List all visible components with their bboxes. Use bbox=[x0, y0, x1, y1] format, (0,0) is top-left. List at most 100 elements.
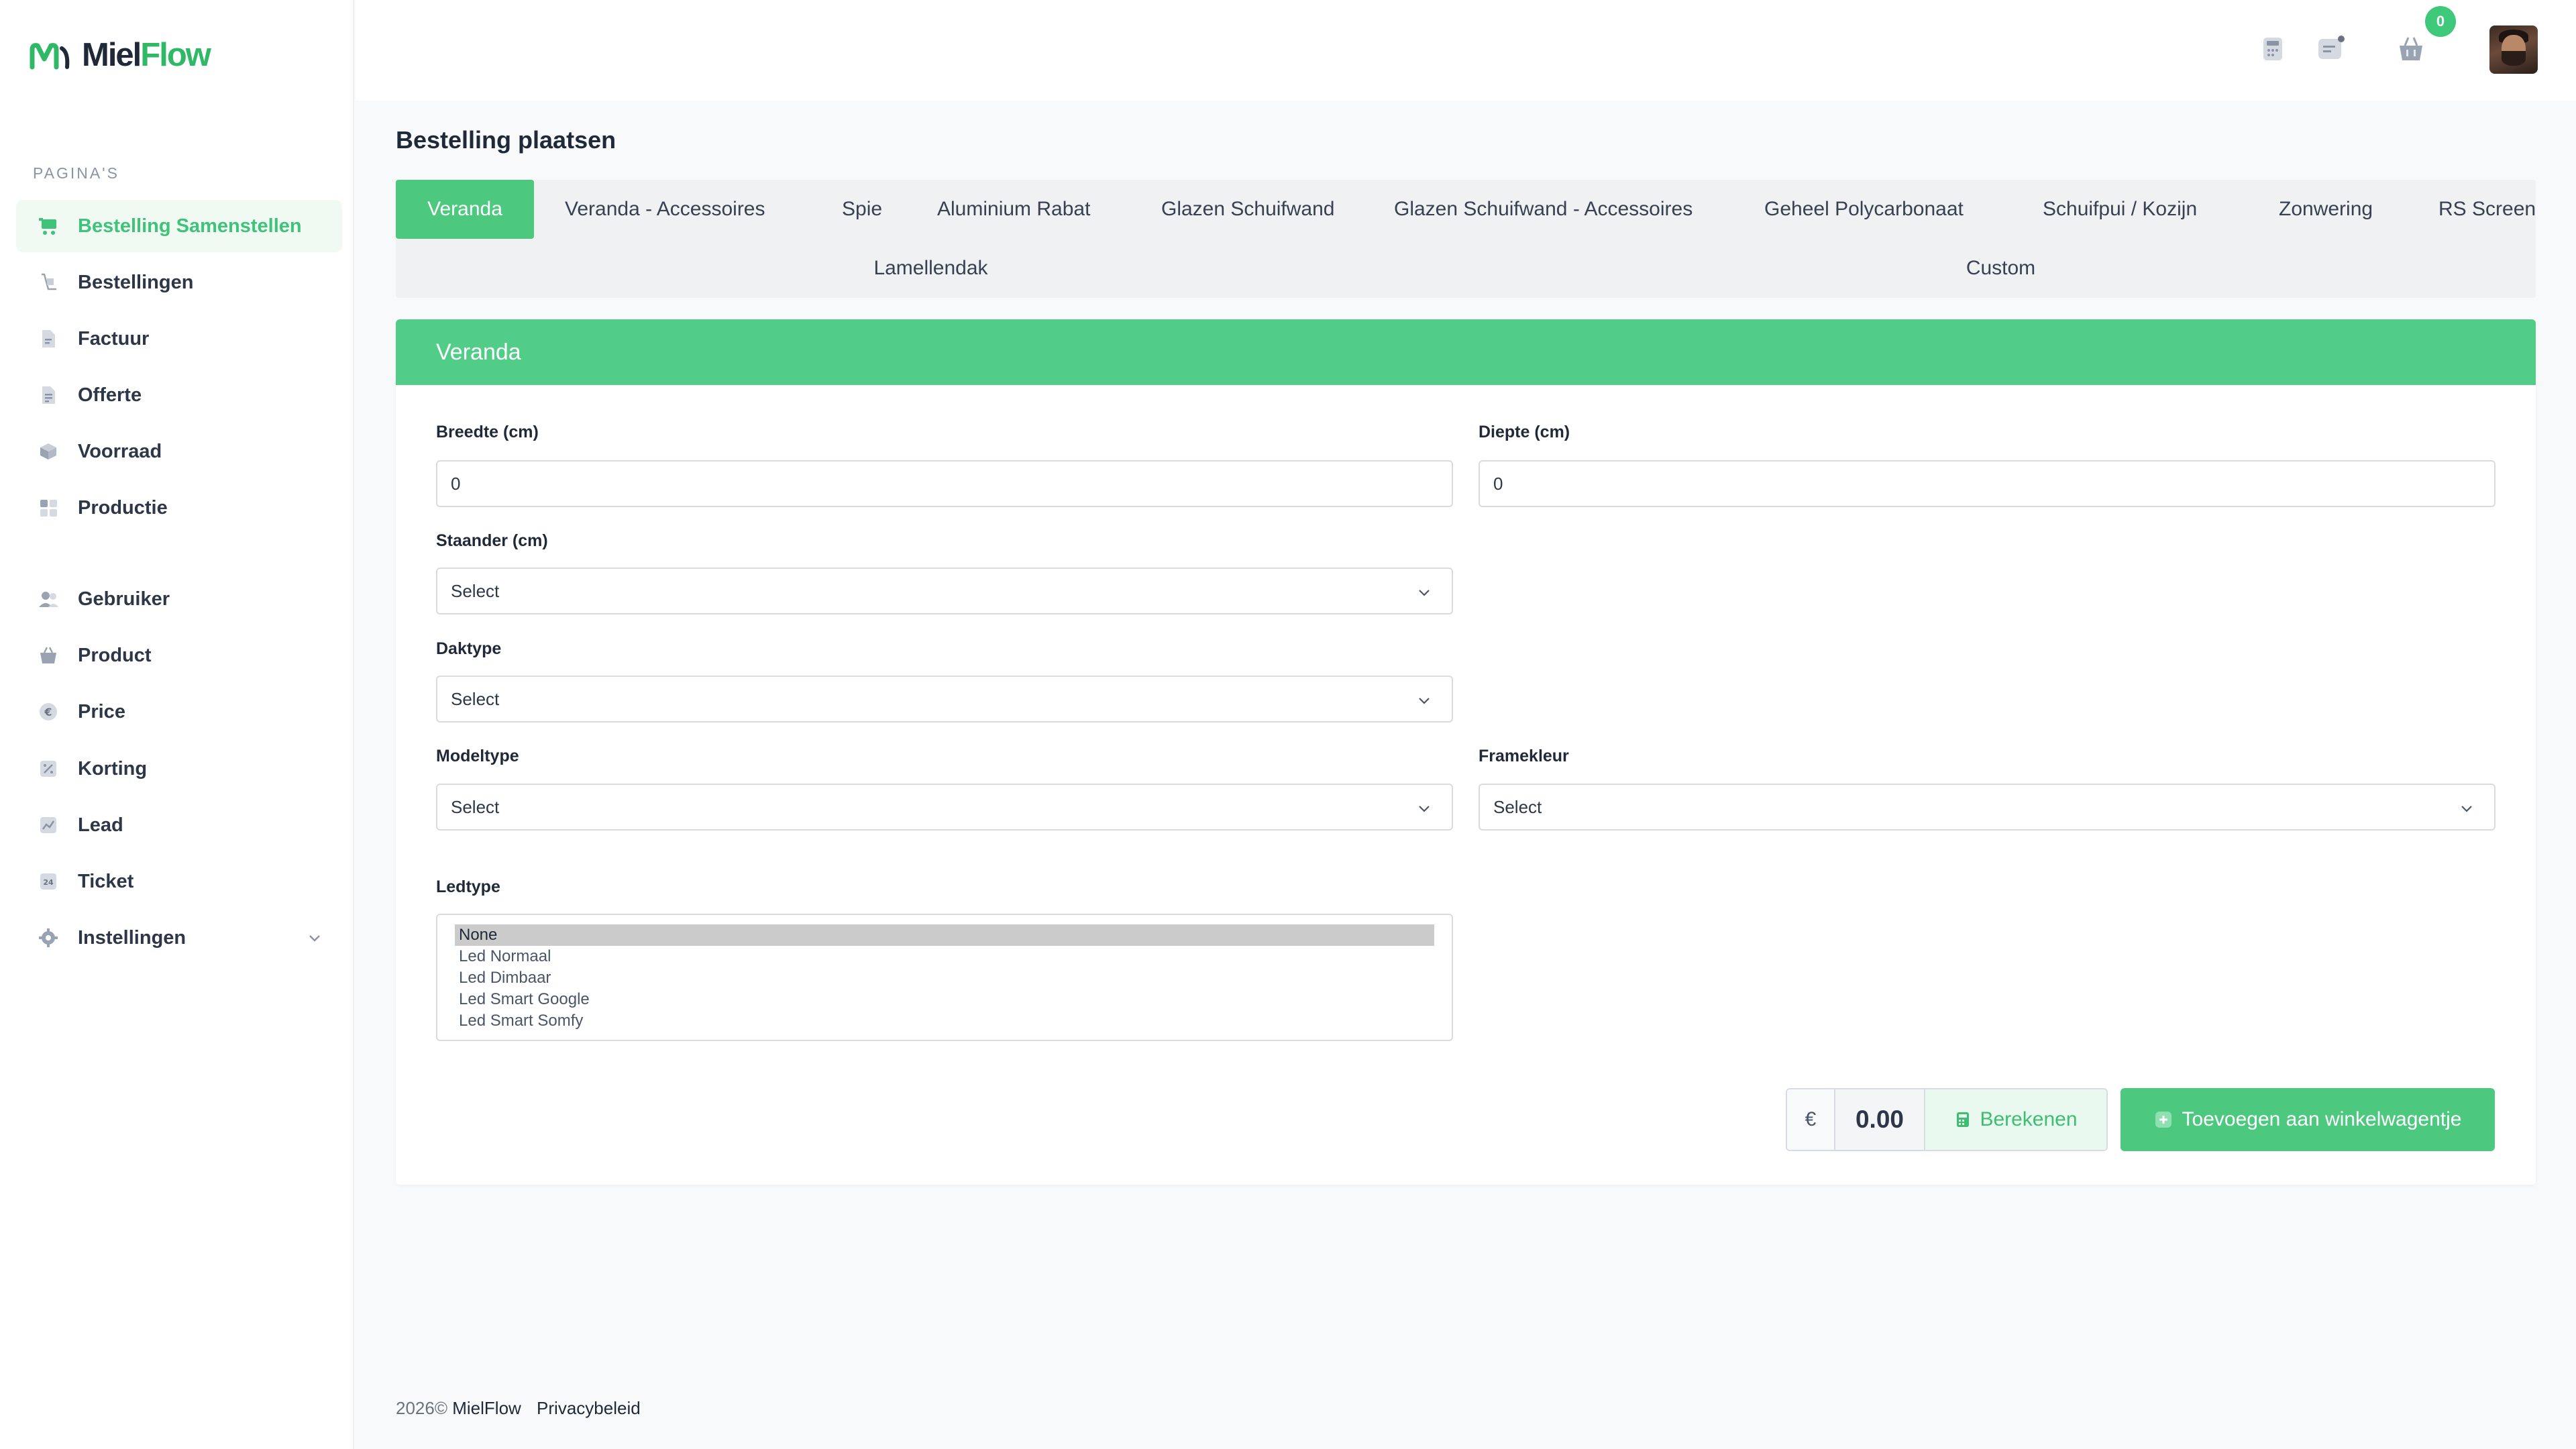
chevron-down-icon bbox=[1419, 698, 1430, 704]
calculator-icon[interactable] bbox=[2257, 34, 2288, 64]
tab-schuifpui-kozijn[interactable]: Schuifpui / Kozijn bbox=[2012, 180, 2228, 239]
product-tabs: Veranda Veranda - Accessoires Spie Alumi… bbox=[396, 180, 2536, 298]
tab-aluminium-rabat[interactable]: Aluminium Rabat bbox=[906, 180, 1121, 239]
add-to-cart-button[interactable]: Toevoegen aan winkelwagentje bbox=[2121, 1088, 2495, 1151]
listbox-option-led-smart-google[interactable]: Led Smart Google bbox=[455, 989, 1434, 1010]
modeltype-select[interactable]: Select bbox=[436, 784, 1453, 830]
svg-text:24: 24 bbox=[43, 878, 54, 887]
invoice-icon bbox=[38, 328, 59, 350]
ticket-icon: 24 bbox=[38, 871, 59, 892]
sidebar-item-label: Ticket bbox=[78, 870, 134, 892]
tab-rs-screen[interactable]: RS Screen bbox=[2408, 180, 2567, 239]
tab-veranda-accessoires[interactable]: Veranda - Accessoires bbox=[534, 180, 796, 239]
orders-icon bbox=[38, 272, 59, 293]
ledtype-listbox[interactable]: None Led Normaal Led Dimbaar Led Smart G… bbox=[436, 914, 1453, 1041]
sidebar-item-voorraad[interactable]: Voorraad bbox=[16, 425, 342, 478]
avatar[interactable] bbox=[2489, 25, 2538, 74]
footer: 2026© MielFlow Privacybeleid bbox=[396, 1398, 641, 1419]
tab-veranda[interactable]: Veranda bbox=[396, 180, 534, 239]
logo[interactable]: MielFlow bbox=[30, 35, 211, 75]
chevron-down-icon[interactable] bbox=[306, 929, 323, 947]
veranda-form-card: Veranda Breedte (cm) 0 Diepte (cm) 0 Sta… bbox=[396, 319, 2536, 1185]
daktype-label: Daktype bbox=[436, 639, 502, 658]
tab-lamellendak[interactable]: Lamellendak bbox=[396, 239, 1466, 298]
sidebar-item-instellingen[interactable]: Instellingen bbox=[16, 912, 342, 964]
card-header: Veranda bbox=[396, 319, 2536, 385]
sidebar-item-label: Price bbox=[78, 700, 125, 722]
tab-glazen-schuifwand[interactable]: Glazen Schuifwand bbox=[1130, 180, 1366, 239]
tab-spie[interactable]: Spie bbox=[811, 180, 913, 239]
sidebar-item-label: Voorraad bbox=[78, 440, 162, 462]
tab-zonwering[interactable]: Zonwering bbox=[2248, 180, 2404, 239]
listbox-option-led-normaal[interactable]: Led Normaal bbox=[455, 946, 1434, 967]
privacy-link[interactable]: Privacybeleid bbox=[537, 1398, 641, 1418]
cart-icon bbox=[38, 215, 59, 237]
gear-icon bbox=[38, 927, 59, 949]
basket-icon bbox=[38, 645, 59, 666]
sidebar-item-label: Productie bbox=[78, 496, 168, 519]
listbox-option-led-smart-somfy[interactable]: Led Smart Somfy bbox=[455, 1010, 1434, 1032]
daktype-select[interactable]: Select bbox=[436, 676, 1453, 722]
sidebar-item-offerte[interactable]: Offerte bbox=[16, 369, 342, 421]
footer-copyright: 2026© bbox=[396, 1398, 447, 1418]
calculator-icon bbox=[1957, 1112, 1970, 1127]
shopping-basket-icon[interactable] bbox=[2396, 34, 2426, 64]
sidebar-item-label: Bestelling Samenstellen bbox=[78, 215, 302, 237]
calculate-label: Berekenen bbox=[1980, 1108, 2078, 1130]
sidebar-item-label: Bestellingen bbox=[78, 271, 194, 293]
sidebar-item-lead[interactable]: Lead bbox=[16, 799, 342, 851]
tab-geheel-polycarbonaat[interactable]: Geheel Polycarbonaat bbox=[1733, 180, 1994, 239]
sidebar-item-factuur[interactable]: Factuur bbox=[16, 313, 342, 365]
page-title: Bestelling plaatsen bbox=[396, 126, 616, 154]
calculate-button[interactable]: Berekenen bbox=[1925, 1089, 2106, 1150]
logo-icon bbox=[30, 43, 70, 70]
diepte-input[interactable]: 0 bbox=[1479, 460, 2496, 507]
sidebar-item-product[interactable]: Product bbox=[16, 629, 342, 682]
sidebar-item-label: Offerte bbox=[78, 384, 142, 406]
sidebar-item-bestellingen[interactable]: Bestellingen bbox=[16, 256, 342, 309]
staander-select[interactable]: Select bbox=[436, 568, 1453, 614]
sidebar-item-productie[interactable]: Productie bbox=[16, 482, 342, 534]
production-icon bbox=[38, 497, 59, 519]
stock-icon bbox=[38, 441, 59, 462]
diepte-label: Diepte (cm) bbox=[1479, 423, 1570, 441]
plus-icon bbox=[2155, 1112, 2171, 1128]
sidebar-item-gebruiker[interactable]: Gebruiker bbox=[16, 573, 342, 625]
sidebar-item-korting[interactable]: Korting bbox=[16, 743, 342, 795]
price-value: 0.00 bbox=[1835, 1089, 1925, 1150]
footer-brand-link[interactable]: MielFlow bbox=[452, 1398, 521, 1418]
listbox-option-led-dimbaar[interactable]: Led Dimbaar bbox=[455, 967, 1434, 989]
price-group: € 0.00 Berekenen bbox=[1786, 1088, 2108, 1151]
logo-text: MielFlow bbox=[82, 37, 211, 73]
topbar bbox=[356, 0, 2576, 101]
discount-icon bbox=[38, 758, 59, 780]
chevron-down-icon bbox=[1419, 590, 1430, 596]
framekleur-select[interactable]: Select bbox=[1479, 784, 2496, 830]
sidebar-item-label: Factuur bbox=[78, 327, 150, 350]
chart-icon bbox=[38, 814, 59, 836]
breedte-label: Breedte (cm) bbox=[436, 423, 539, 441]
euro-icon: € bbox=[38, 701, 59, 722]
currency-symbol: € bbox=[1787, 1089, 1835, 1150]
sidebar: MielFlow PAGINA'S Bestelling Samenstelle… bbox=[0, 0, 354, 1449]
notification-icon[interactable] bbox=[2316, 34, 2347, 64]
breedte-input[interactable]: 0 bbox=[436, 460, 1453, 507]
sidebar-item-price[interactable]: € Price bbox=[16, 686, 342, 738]
cart-count-badge: 0 bbox=[2425, 6, 2456, 37]
sidebar-item-ticket[interactable]: 24 Ticket bbox=[16, 855, 342, 908]
chevron-down-icon bbox=[1419, 806, 1430, 812]
tab-glazen-schuifwand-accessoires[interactable]: Glazen Schuifwand - Accessoires bbox=[1363, 180, 1723, 239]
sidebar-item-label: Lead bbox=[78, 814, 123, 836]
tab-custom[interactable]: Custom bbox=[1466, 239, 2536, 298]
add-to-cart-label: Toevoegen aan winkelwagentje bbox=[2182, 1108, 2462, 1130]
sidebar-item-bestelling-samenstellen[interactable]: Bestelling Samenstellen bbox=[16, 200, 342, 252]
section-label: PAGINA'S bbox=[33, 164, 119, 182]
listbox-option-none[interactable]: None bbox=[455, 924, 1434, 946]
quote-icon bbox=[38, 384, 59, 406]
sidebar-item-label: Gebruiker bbox=[78, 588, 170, 610]
sidebar-item-label: Instellingen bbox=[78, 926, 186, 949]
sidebar-item-label: Korting bbox=[78, 757, 148, 780]
framekleur-label: Framekleur bbox=[1479, 747, 1569, 765]
sidebar-item-label: Product bbox=[78, 644, 152, 666]
users-icon bbox=[38, 588, 59, 610]
